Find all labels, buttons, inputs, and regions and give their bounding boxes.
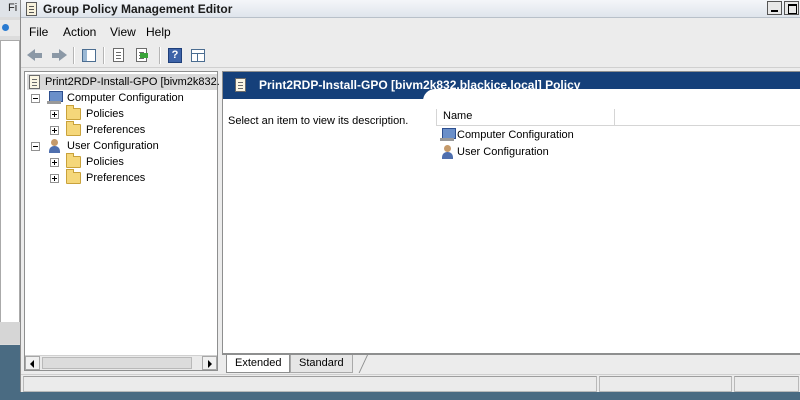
- status-bar: [21, 374, 800, 392]
- tab-standard[interactable]: Standard: [290, 355, 353, 373]
- tab-extended[interactable]: Extended: [226, 355, 291, 373]
- collapse-icon[interactable]: [31, 94, 40, 103]
- tree-item-computer-preferences[interactable]: Preferences: [25, 121, 215, 138]
- background-window-pane: [0, 40, 20, 323]
- forward-icon: [52, 49, 67, 61]
- expand-icon[interactable]: [50, 158, 59, 167]
- forward-button[interactable]: [48, 46, 68, 66]
- column-divider[interactable]: [614, 109, 615, 125]
- view-tabs: Extended Standard: [222, 354, 800, 373]
- user-icon: [47, 139, 63, 153]
- export-list-icon: [136, 48, 147, 62]
- tree-item-label: Computer Configuration: [67, 92, 184, 104]
- help-button[interactable]: ?: [165, 46, 185, 66]
- folder-icon: [66, 121, 81, 136]
- folder-icon: [66, 105, 81, 120]
- details-header: Print2RDP-Install-GPO [bivm2k832.blackic…: [223, 72, 800, 101]
- expand-icon[interactable]: [50, 110, 59, 119]
- tree-item-label: Policies: [86, 156, 124, 168]
- toolbar-separator: [159, 47, 160, 64]
- show-hide-action-pane-button[interactable]: [188, 46, 208, 66]
- gpo-icon: [235, 78, 246, 92]
- console-tree[interactable]: Print2RDP-Install-GPO [bivm2k832. Comput…: [24, 71, 220, 371]
- folder-icon: [66, 169, 81, 184]
- toolbar: ?: [21, 44, 800, 68]
- menu-help[interactable]: Help: [146, 25, 171, 39]
- folder-icon: [66, 153, 81, 168]
- scroll-right-button[interactable]: [202, 356, 217, 370]
- show-hide-console-tree-icon: [82, 49, 96, 62]
- tab-divider: [358, 355, 368, 373]
- export-list-button[interactable]: [132, 46, 152, 66]
- show-hide-action-pane-icon: [191, 49, 205, 62]
- maximize-button[interactable]: [784, 1, 799, 15]
- desktop-background: [20, 392, 800, 400]
- gpme-window: Group Policy Management Editor File Acti…: [20, 0, 800, 400]
- scroll-thumb[interactable]: [42, 357, 192, 369]
- status-cell-main: [23, 376, 597, 392]
- tree-item-computer-configuration[interactable]: Computer Configuration: [25, 90, 215, 106]
- back-button[interactable]: [26, 46, 46, 66]
- tree-root-label: Print2RDP-Install-GPO [bivm2k832.: [45, 76, 220, 88]
- list-item-computer-configuration[interactable]: Computer Configuration: [440, 127, 574, 144]
- background-window-icon: [2, 24, 9, 31]
- tree-item-user-configuration[interactable]: User Configuration: [25, 138, 215, 154]
- properties-button[interactable]: [109, 46, 129, 66]
- list-column-header: Name: [436, 109, 800, 126]
- header-curve: [423, 89, 800, 101]
- status-cell-middle: [599, 376, 732, 392]
- menu-bar: File Action View Help: [21, 22, 800, 42]
- tree-item-label: Policies: [86, 108, 124, 120]
- title-bar[interactable]: Group Policy Management Editor: [21, 0, 800, 18]
- menu-file[interactable]: File: [29, 25, 48, 39]
- list-item-user-configuration[interactable]: User Configuration: [440, 144, 549, 161]
- list-item-label: User Configuration: [457, 146, 549, 158]
- expand-icon[interactable]: [50, 126, 59, 135]
- details-pane: Print2RDP-Install-GPO [bivm2k832.blackic…: [222, 71, 800, 354]
- toolbar-separator: [73, 47, 74, 64]
- scroll-left-button[interactable]: [25, 356, 40, 370]
- tree-item-label: Preferences: [86, 172, 146, 184]
- show-hide-console-tree-button[interactable]: [79, 46, 99, 66]
- properties-icon: [113, 48, 124, 62]
- window-title: Group Policy Management Editor: [43, 2, 233, 16]
- tree-horizontal-scrollbar[interactable]: [25, 355, 217, 370]
- gpo-app-icon: [26, 2, 37, 16]
- menu-view[interactable]: View: [110, 25, 136, 39]
- tree-item-label: User Configuration: [67, 140, 159, 152]
- tree-item-user-policies[interactable]: Policies: [25, 153, 215, 170]
- help-icon: ?: [168, 48, 182, 63]
- status-cell-right: [734, 376, 799, 392]
- collapse-icon[interactable]: [31, 142, 40, 151]
- minimize-button[interactable]: [767, 1, 782, 15]
- tree-item-computer-policies[interactable]: Policies: [25, 105, 215, 122]
- list-item-label: Computer Configuration: [457, 129, 574, 141]
- column-name[interactable]: Name: [443, 110, 472, 122]
- computer-icon: [440, 128, 456, 142]
- background-window-title: Fi: [0, 0, 21, 17]
- background-window-status: [0, 322, 22, 344]
- back-icon: [27, 49, 42, 61]
- background-window: Fi: [0, 0, 22, 345]
- description-text: Select an item to view its description.: [228, 115, 409, 127]
- toolbar-separator: [103, 47, 104, 64]
- tree-item-label: Preferences: [86, 124, 146, 136]
- tree-root-gpo[interactable]: Print2RDP-Install-GPO [bivm2k832.: [27, 74, 220, 90]
- menu-action[interactable]: Action: [63, 25, 96, 39]
- tree-item-user-preferences[interactable]: Preferences: [25, 169, 215, 186]
- computer-icon: [47, 91, 63, 105]
- user-icon: [440, 145, 456, 159]
- gpo-icon: [29, 75, 40, 89]
- expand-icon[interactable]: [50, 174, 59, 183]
